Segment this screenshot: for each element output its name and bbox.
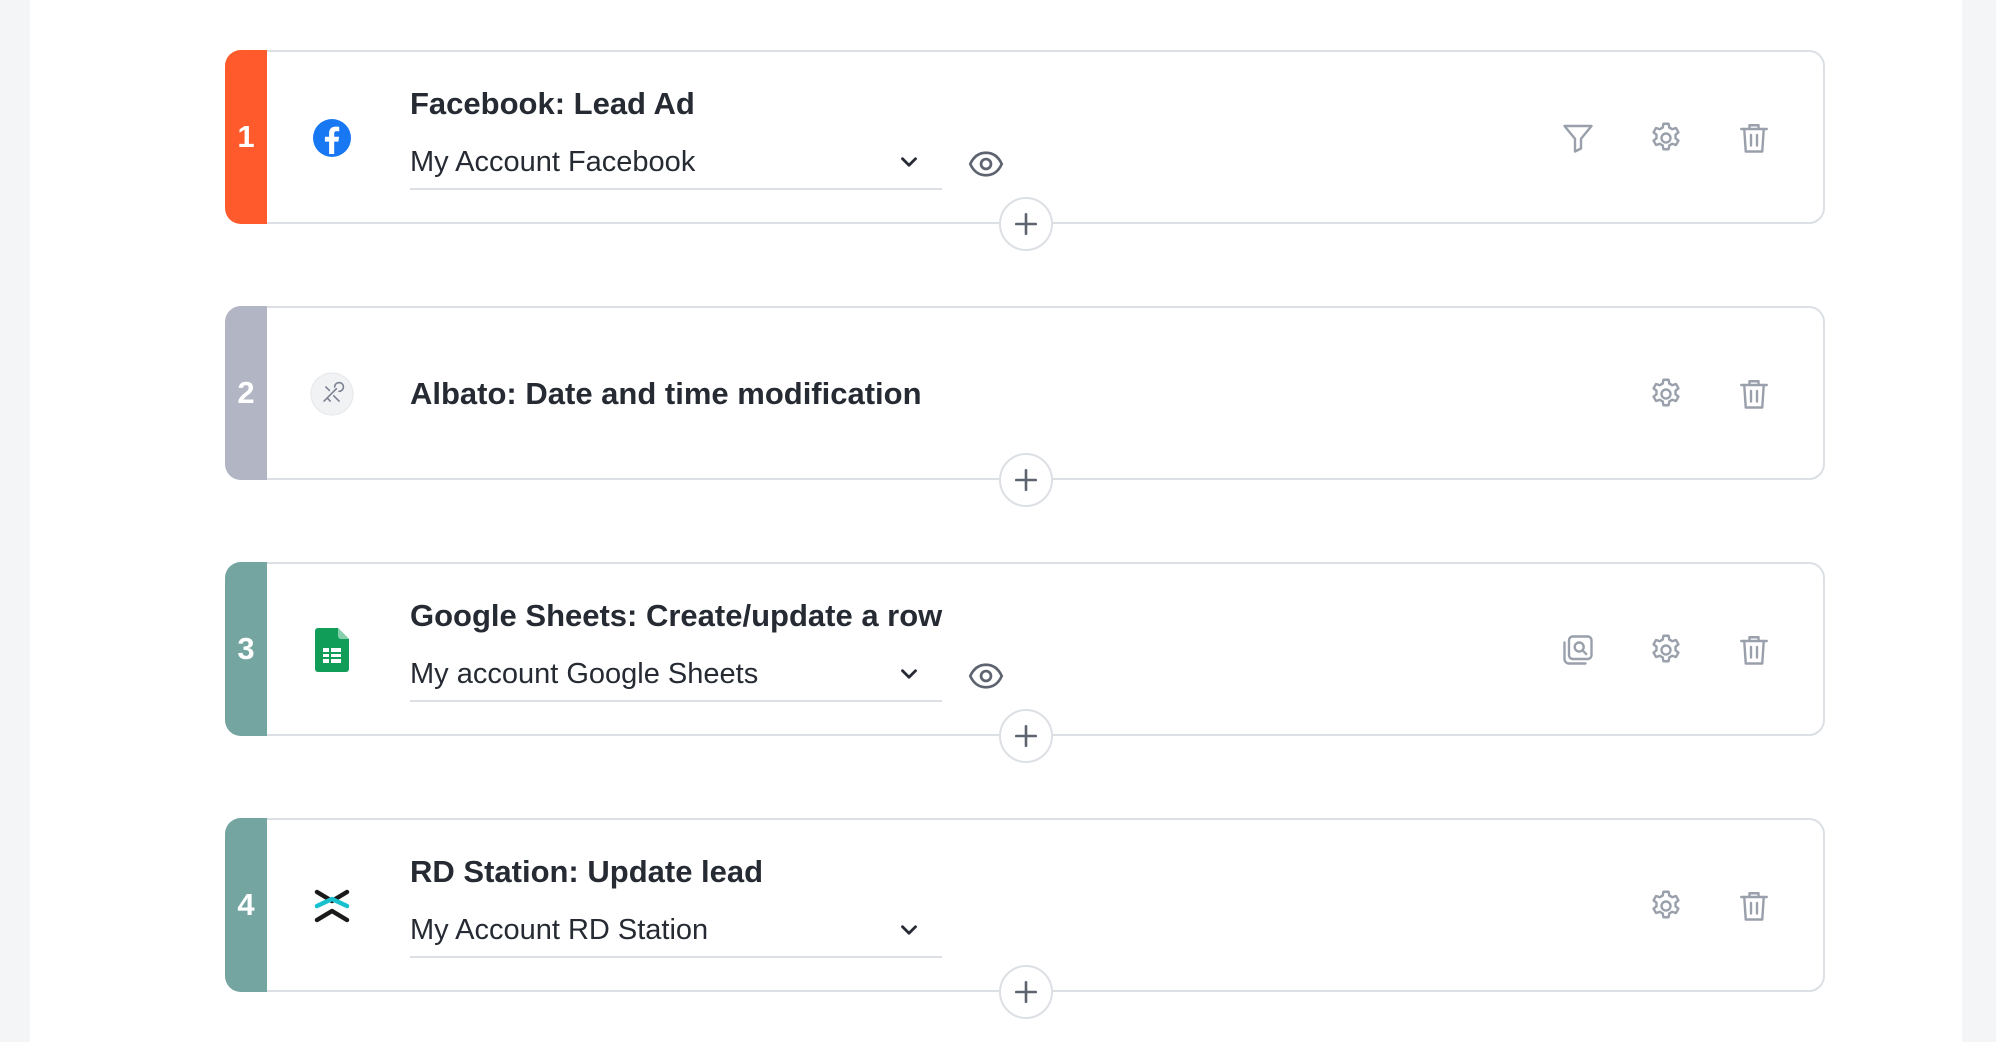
gear-icon	[1652, 122, 1680, 151]
filter-icon	[1563, 124, 1593, 153]
delete-button[interactable]	[1730, 626, 1778, 674]
account-select-value: My account Google Sheets	[410, 657, 759, 690]
settings-button[interactable]	[1642, 370, 1690, 418]
chevron-down-icon	[901, 157, 917, 167]
gear-icon	[1652, 378, 1680, 407]
gear-icon	[1652, 890, 1680, 919]
rd-station-icon	[310, 884, 354, 928]
trash-icon	[1740, 636, 1768, 665]
plus-icon	[1014, 212, 1038, 236]
step-title: Facebook: Lead Ad	[410, 86, 695, 121]
account-select[interactable]: My Account RD Station	[410, 904, 942, 958]
workflow-canvas: 1 Facebook: Lead Ad My Account Facebook	[30, 0, 1962, 1042]
delete-button[interactable]	[1730, 370, 1778, 418]
settings-button[interactable]	[1642, 114, 1690, 162]
step-card-2[interactable]: 2 Albato: Date and time modification	[225, 306, 1825, 507]
eye-icon	[968, 151, 1004, 177]
settings-button[interactable]	[1642, 882, 1690, 930]
preview-eye-button[interactable]	[966, 144, 1006, 184]
search-record-icon	[1563, 635, 1593, 665]
delete-button[interactable]	[1730, 114, 1778, 162]
step-number-badge: 4	[225, 818, 267, 992]
plus-icon	[1014, 724, 1038, 748]
account-select-value: My Account RD Station	[410, 913, 709, 946]
step-title: RD Station: Update lead	[410, 854, 764, 889]
step-number-badge: 1	[225, 50, 267, 224]
chevron-down-icon	[901, 925, 917, 935]
account-select-value: My Account Facebook	[410, 145, 696, 178]
filter-button[interactable]	[1554, 114, 1602, 162]
eye-icon	[968, 663, 1004, 689]
delete-button[interactable]	[1730, 882, 1778, 930]
step-number-badge: 2	[225, 306, 267, 480]
google-sheets-icon	[310, 628, 354, 672]
gear-icon	[1652, 634, 1680, 663]
add-step-button[interactable]	[999, 965, 1053, 1019]
trash-icon	[1740, 124, 1768, 153]
account-select[interactable]: My account Google Sheets	[410, 648, 942, 702]
add-step-button[interactable]	[999, 197, 1053, 251]
search-record-button[interactable]	[1554, 626, 1602, 674]
step-number-badge: 3	[225, 562, 267, 736]
step-title: Albato: Date and time modification	[410, 376, 922, 411]
settings-button[interactable]	[1642, 626, 1690, 674]
facebook-icon	[310, 116, 354, 160]
step-card-1[interactable]: 1 Facebook: Lead Ad My Account Facebook	[225, 50, 1825, 251]
preview-eye-button[interactable]	[966, 656, 1006, 696]
trash-icon	[1740, 892, 1768, 921]
plus-icon	[1014, 468, 1038, 492]
tools-icon	[310, 372, 354, 416]
chevron-down-icon	[901, 669, 917, 679]
add-step-button[interactable]	[999, 709, 1053, 763]
add-step-button[interactable]	[999, 453, 1053, 507]
step-card-4[interactable]: 4 RD Station: Update lead My Account RD …	[225, 818, 1825, 1019]
step-card-3[interactable]: 3 Google Sheets: Create/update a row My …	[225, 562, 1825, 763]
trash-icon	[1740, 380, 1768, 409]
account-select[interactable]: My Account Facebook	[410, 136, 942, 190]
plus-icon	[1014, 980, 1038, 1004]
step-title: Google Sheets: Create/update a row	[410, 598, 943, 633]
